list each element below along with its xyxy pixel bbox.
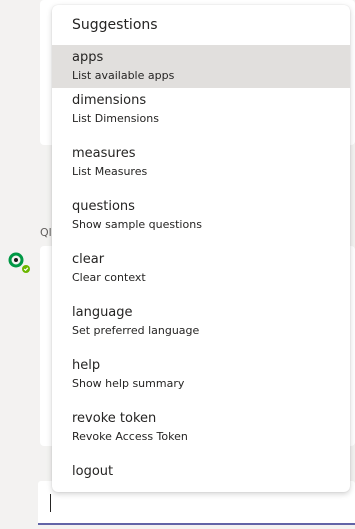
bot-avatar[interactable] xyxy=(8,252,30,274)
qlik-bot-avatar-icon xyxy=(8,252,30,273)
suggestion-command: dimensions xyxy=(72,93,147,108)
suggestion-command: revoke token xyxy=(72,411,157,426)
suggestion-item-questions[interactable]: questions Show sample questions xyxy=(52,194,350,247)
suggestion-item-measures[interactable]: measures List Measures xyxy=(52,141,350,194)
suggestion-description: Show sample questions xyxy=(72,218,202,231)
suggestion-command: questions xyxy=(72,199,135,214)
suggestion-item-clear[interactable]: clear Clear context xyxy=(52,247,350,300)
suggestion-command: apps xyxy=(72,50,104,65)
suggestion-item-revoke-token[interactable]: revoke token Revoke Access Token xyxy=(52,406,350,459)
suggestion-item-dimensions[interactable]: dimensions List Dimensions xyxy=(52,88,350,141)
suggestion-command: language xyxy=(72,305,133,320)
suggestion-command: help xyxy=(72,358,101,373)
suggestions-popup: Suggestions apps List available apps dimen… xyxy=(52,5,350,492)
suggestion-item-help[interactable]: help Show help summary xyxy=(52,353,350,406)
suggestion-description: List available apps xyxy=(72,69,175,82)
suggestion-description: Revoke Access Token xyxy=(72,430,188,443)
suggestion-description: Set preferred language xyxy=(72,324,200,337)
suggestion-description: List Dimensions xyxy=(72,112,159,125)
text-caret xyxy=(50,494,51,512)
suggestion-list: apps List available apps dimensions List Di… xyxy=(52,45,350,492)
suggestion-description: List Measures xyxy=(72,165,148,178)
suggestion-item-logout[interactable]: logout xyxy=(52,459,350,492)
bot-name-label: Ql xyxy=(40,226,52,239)
suggestion-item-language[interactable]: language Set preferred language xyxy=(52,300,350,353)
suggestion-description: Clear context xyxy=(72,271,146,284)
suggestion-command: measures xyxy=(72,146,136,161)
suggestion-item-apps[interactable]: apps List available apps xyxy=(52,45,350,88)
suggestion-command: clear xyxy=(72,252,105,267)
suggestion-description: Show help summary xyxy=(72,377,185,390)
suggestions-title: Suggestions xyxy=(72,17,158,33)
suggestion-command: logout xyxy=(72,464,114,479)
